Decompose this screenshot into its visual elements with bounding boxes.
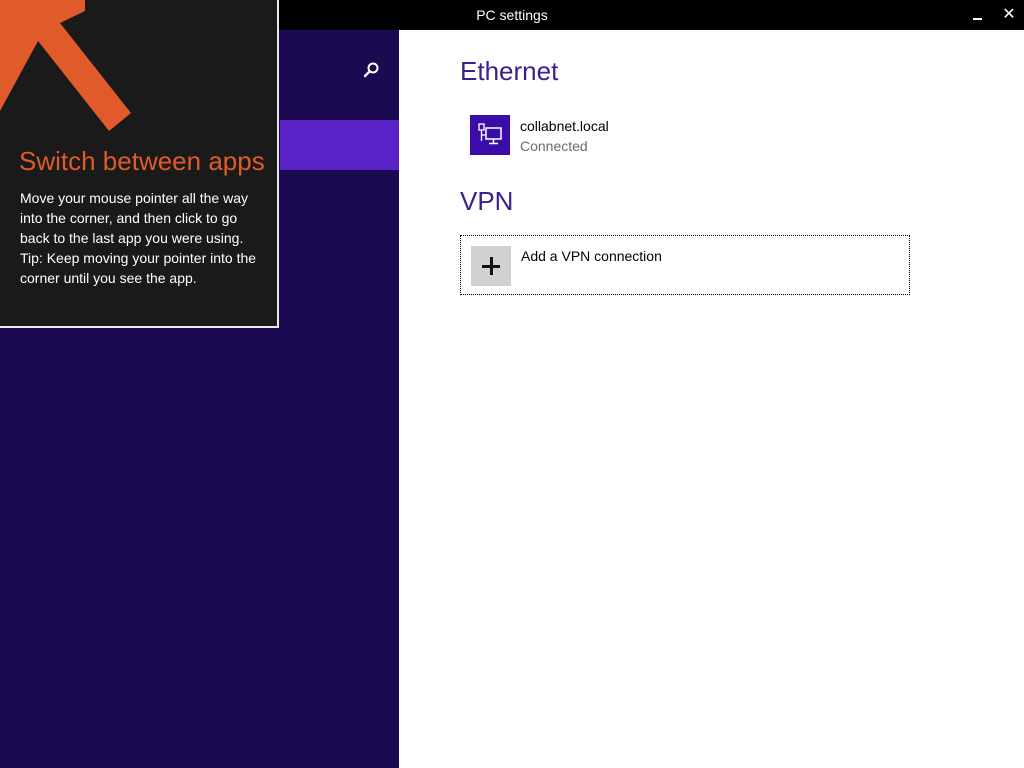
network-icon xyxy=(478,123,502,145)
close-icon: ✕ xyxy=(1002,6,1016,23)
arrow-icon xyxy=(0,0,131,131)
tip-hint: Tip: Keep moving your pointer into the c… xyxy=(20,250,257,286)
close-button[interactable]: ✕ xyxy=(998,4,1020,26)
switch-apps-tip: Switch between apps Move your mouse poin… xyxy=(0,0,279,328)
search-button[interactable] xyxy=(359,58,383,82)
search-icon xyxy=(363,62,379,78)
add-vpn-connection-button[interactable]: Add a VPN connection xyxy=(460,235,910,295)
tip-description: Move your mouse pointer all the way into… xyxy=(20,190,248,246)
main-content: Ethernet collabnet.local Connected VPN A… xyxy=(400,30,1024,768)
minimize-button[interactable] xyxy=(966,4,988,26)
network-name: collabnet.local xyxy=(520,118,609,134)
add-vpn-label: Add a VPN connection xyxy=(521,248,662,264)
plus-icon-vertical xyxy=(489,257,493,275)
tip-title: Switch between apps xyxy=(19,146,265,176)
vpn-heading: VPN xyxy=(460,186,514,216)
minimize-icon xyxy=(973,18,982,20)
network-tile xyxy=(470,115,510,155)
ethernet-heading: Ethernet xyxy=(460,56,559,86)
plus-icon xyxy=(471,246,511,286)
tip-body: Move your mouse pointer all the way into… xyxy=(20,188,265,288)
nav-item-selected[interactable] xyxy=(280,120,399,170)
network-status: Connected xyxy=(520,138,588,154)
network-item[interactable]: collabnet.local Connected xyxy=(470,115,770,157)
